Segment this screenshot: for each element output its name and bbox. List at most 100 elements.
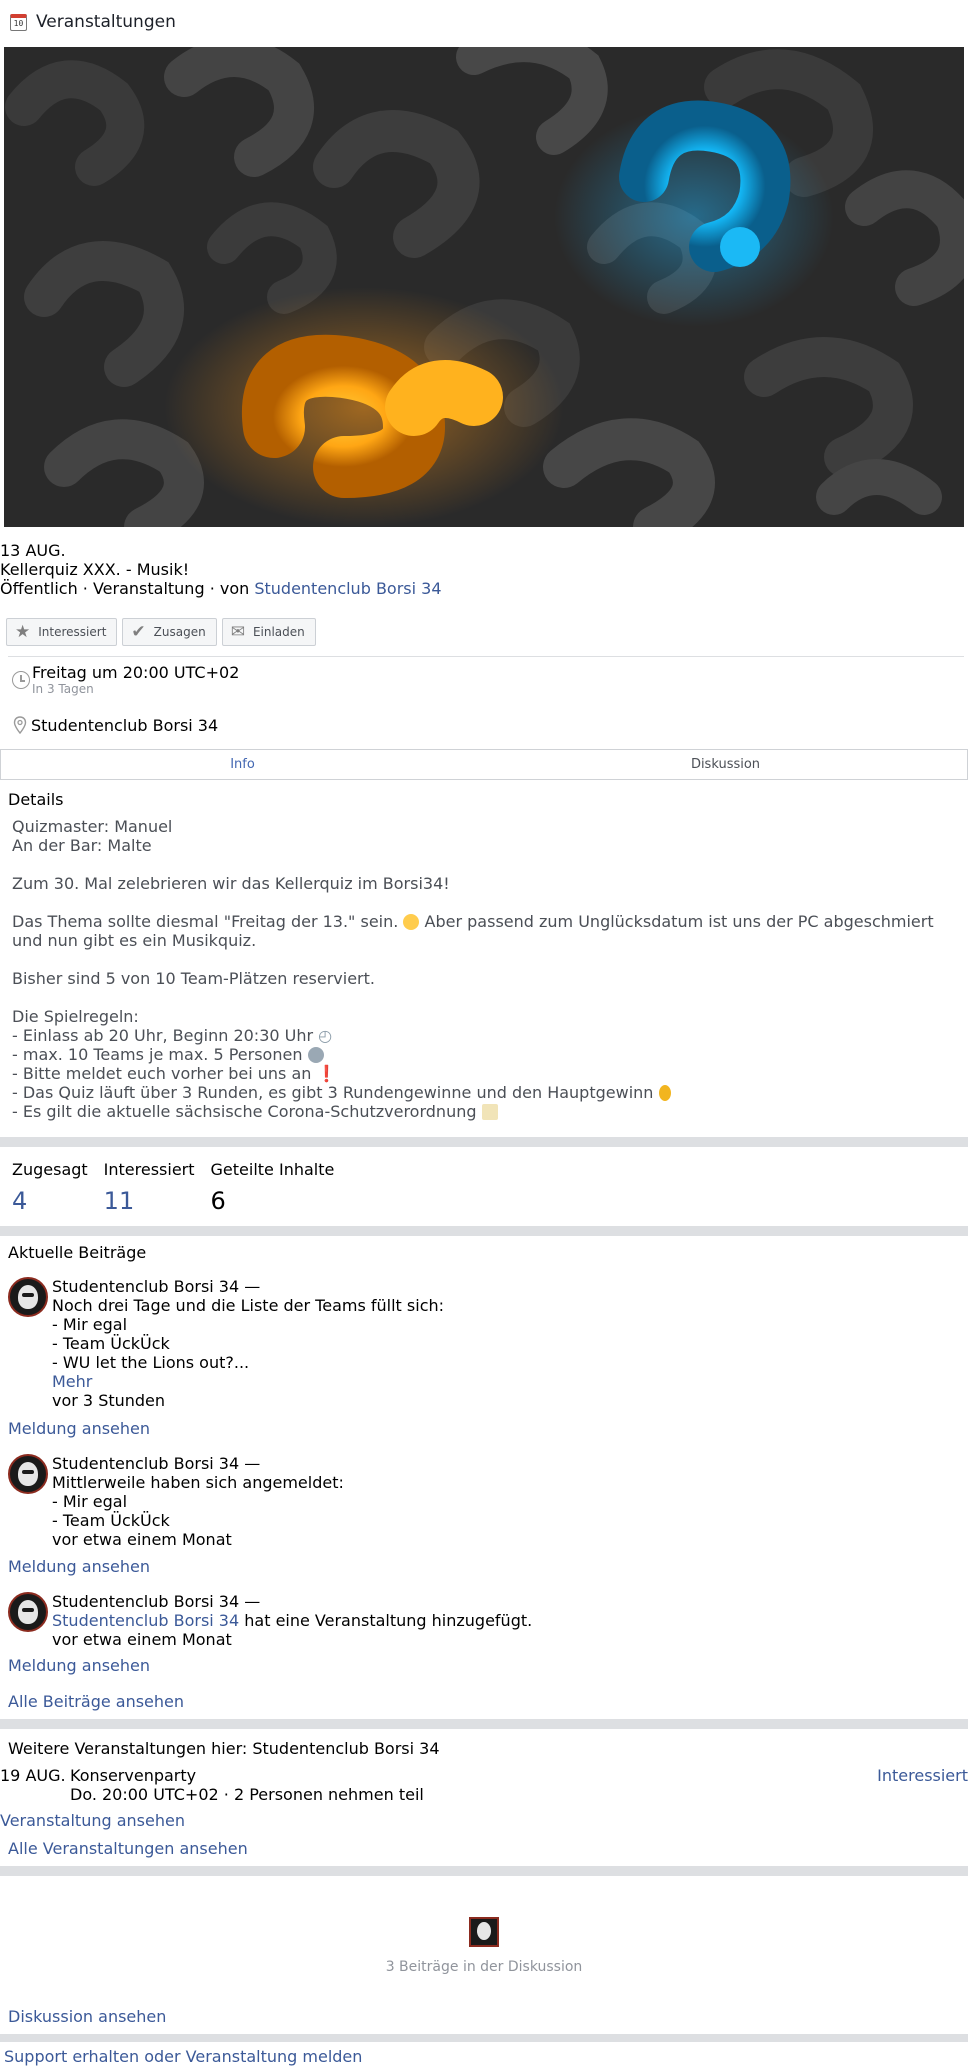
event-stats: Zugesagt 4 Interessiert 11 Geteilte Inha… (12, 1160, 350, 1219)
view-event-link[interactable]: Veranstaltung ansehen (0, 1811, 185, 1830)
event-list-date: 19 AUG. (0, 1766, 66, 1785)
event-host-link[interactable]: Studentenclub Borsi 34 (254, 579, 441, 598)
details-line: Zum 30. Mal zelebrieren wir das Kellerqu… (12, 874, 450, 893)
clock-icon (12, 671, 30, 689)
tab-info[interactable]: Info (1, 750, 484, 779)
discussion-avatar (469, 1917, 499, 1947)
event-time-row[interactable]: Freitag um 20:00 UTC+02 In 3 Tagen (12, 663, 239, 696)
event-cover-image[interactable] (4, 47, 964, 527)
post-line: Noch drei Tage und die Liste der Teams f… (52, 1296, 445, 1315)
details-line (12, 855, 957, 874)
stat-interested[interactable]: Interessiert 11 (104, 1160, 195, 1219)
event-tabs: Info Diskussion (0, 749, 968, 780)
view-post-link[interactable]: Meldung ansehen (8, 1419, 150, 1438)
document-emoji-icon (481, 1104, 498, 1120)
stat-value: 11 (103, 1187, 135, 1215)
star-icon: ★ (15, 622, 31, 642)
event-list-interested-link[interactable]: Interessiert (877, 1766, 968, 1804)
details-line: - Das Quiz läuft über 3 Runden, es gibt … (12, 1083, 957, 1102)
post-author: Studentenclub Borsi 34 — (52, 1454, 261, 1473)
post-time: vor etwa einem Monat (52, 1530, 232, 1549)
header-bar: 10 Veranstaltungen (0, 0, 968, 44)
post-action-text: hat eine Veranstaltung hinzugefügt. (239, 1611, 533, 1630)
post-actor-link[interactable]: Studentenclub Borsi 34 (52, 1611, 239, 1630)
details-text: Quizmaster: Manuel An der Bar: Malte Zum… (12, 817, 957, 1121)
stat-going[interactable]: Zugesagt 4 (12, 1160, 88, 1219)
interested-button-label: Interessiert (38, 624, 107, 639)
details-line: An der Bar: Malte (12, 836, 152, 855)
section-divider (0, 1226, 968, 1236)
event-location-row[interactable]: Studentenclub Borsi 34 (12, 716, 218, 735)
post-time: vor 3 Stunden (52, 1391, 166, 1410)
post-item: Studentenclub Borsi 34 — Studentenclub B… (8, 1592, 958, 1675)
location-pin-icon (13, 716, 27, 734)
post-time: vor etwa einem Monat (52, 1630, 232, 1649)
accept-button[interactable]: ✔ Zusagen (122, 618, 217, 646)
accept-button-label: Zusagen (153, 624, 206, 639)
post-line: - Mir egal (52, 1492, 128, 1511)
stat-value: 6 (210, 1187, 226, 1215)
details-line: - Einlass ab 20 Uhr, Beginn 20:30 Uhr ◴ (12, 1026, 957, 1045)
post-author: Studentenclub Borsi 34 — (52, 1592, 261, 1611)
avatar[interactable] (8, 1277, 48, 1317)
screaming-face-emoji-icon (403, 914, 420, 930)
post-more-link[interactable]: Mehr (52, 1372, 444, 1391)
stat-label: Zugesagt (12, 1160, 88, 1179)
post-line: - Mir egal (52, 1315, 128, 1334)
event-meta: Öffentlich · Veranstaltung · von Student… (0, 579, 968, 598)
posts-heading: Aktuelle Beiträge (8, 1243, 147, 1262)
avatar[interactable] (8, 1592, 48, 1632)
post-item: Studentenclub Borsi 34 — Noch drei Tage … (8, 1277, 958, 1438)
view-discussion-link[interactable]: Diskussion ansehen (8, 2007, 166, 2026)
all-posts-link[interactable]: Alle Beiträge ansehen (8, 1692, 184, 1711)
event-header: 13 AUG. Kellerquiz XXX. - Musik! Öffentl… (0, 541, 968, 598)
section-divider (0, 1866, 968, 1876)
event-list-name: Konservenparty (70, 1766, 197, 1785)
details-line-text: - Das Quiz läuft über 3 Runden, es gibt … (12, 1083, 654, 1102)
exclamation-emoji-icon: ❗ (316, 1064, 337, 1083)
details-line: Bisher sind 5 von 10 Team-Plätzen reserv… (12, 969, 375, 988)
clock-emoji-icon: ◴ (318, 1026, 333, 1045)
event-actions: ★ Interessiert ✔ Zusagen ✉ Einladen (6, 618, 316, 646)
invite-button-label: Einladen (252, 624, 305, 639)
avatar[interactable] (8, 1454, 48, 1494)
details-line-text: - Es gilt die aktuelle sächsische Corona… (12, 1102, 477, 1121)
event-title: Kellerquiz XXX. - Musik! (0, 560, 190, 579)
divider (8, 656, 964, 657)
details-line-text: - max. 10 Teams je max. 5 Personen (12, 1045, 303, 1064)
envelope-icon: ✉ (230, 622, 245, 642)
calendar-icon: 10 (10, 13, 27, 31)
all-events-link[interactable]: Alle Veranstaltungen ansehen (8, 1839, 248, 1858)
cover-illustration (4, 47, 964, 527)
details-line-text: Das Thema sollte diesmal "Freitag der 13… (12, 912, 399, 931)
page-title: Veranstaltungen (36, 11, 176, 32)
details-line (12, 950, 957, 969)
stat-value: 4 (12, 1187, 28, 1215)
event-date: 13 AUG. (0, 541, 66, 560)
tab-discussion[interactable]: Diskussion (484, 750, 967, 779)
people-emoji-icon (307, 1047, 324, 1063)
support-report-link[interactable]: Support erhalten oder Veranstaltung meld… (4, 2047, 362, 2066)
event-list-item[interactable]: 19 AUG. Konservenparty Do. 20:00 UTC+02 … (0, 1766, 968, 1804)
event-list-info: Do. 20:00 UTC+02 · 2 Personen nehmen tei… (70, 1785, 424, 1804)
details-line: - max. 10 Teams je max. 5 Personen (12, 1045, 957, 1064)
medal-emoji-icon (658, 1085, 671, 1101)
view-post-link[interactable]: Meldung ansehen (8, 1656, 150, 1675)
section-divider (0, 1719, 968, 1729)
details-line: - Bitte meldet euch vorher bei uns an ❗ (12, 1064, 957, 1083)
post-line: - WU let the Lions out?... (52, 1353, 250, 1372)
more-events-heading: Weitere Veranstaltungen hier: Studentenc… (8, 1739, 440, 1758)
discussion-count: 3 Beiträge in der Diskussion (385, 1959, 583, 1975)
view-post-link[interactable]: Meldung ansehen (8, 1557, 150, 1576)
post-line: - Team ÜckÜck (52, 1334, 170, 1353)
stat-shared: Geteilte Inhalte 6 (211, 1160, 335, 1219)
section-divider (0, 2034, 968, 2042)
invite-button[interactable]: ✉ Einladen (221, 618, 316, 646)
details-line (12, 893, 957, 912)
checkmark-icon: ✔ (131, 622, 146, 642)
post-item: Studentenclub Borsi 34 — Mittlerweile ha… (8, 1454, 958, 1576)
stat-label: Geteilte Inhalte (210, 1160, 335, 1179)
details-line: Das Thema sollte diesmal "Freitag der 13… (12, 912, 957, 950)
interested-button[interactable]: ★ Interessiert (6, 618, 118, 646)
event-meta-prefix: Öffentlich · Veranstaltung · von (0, 579, 255, 598)
